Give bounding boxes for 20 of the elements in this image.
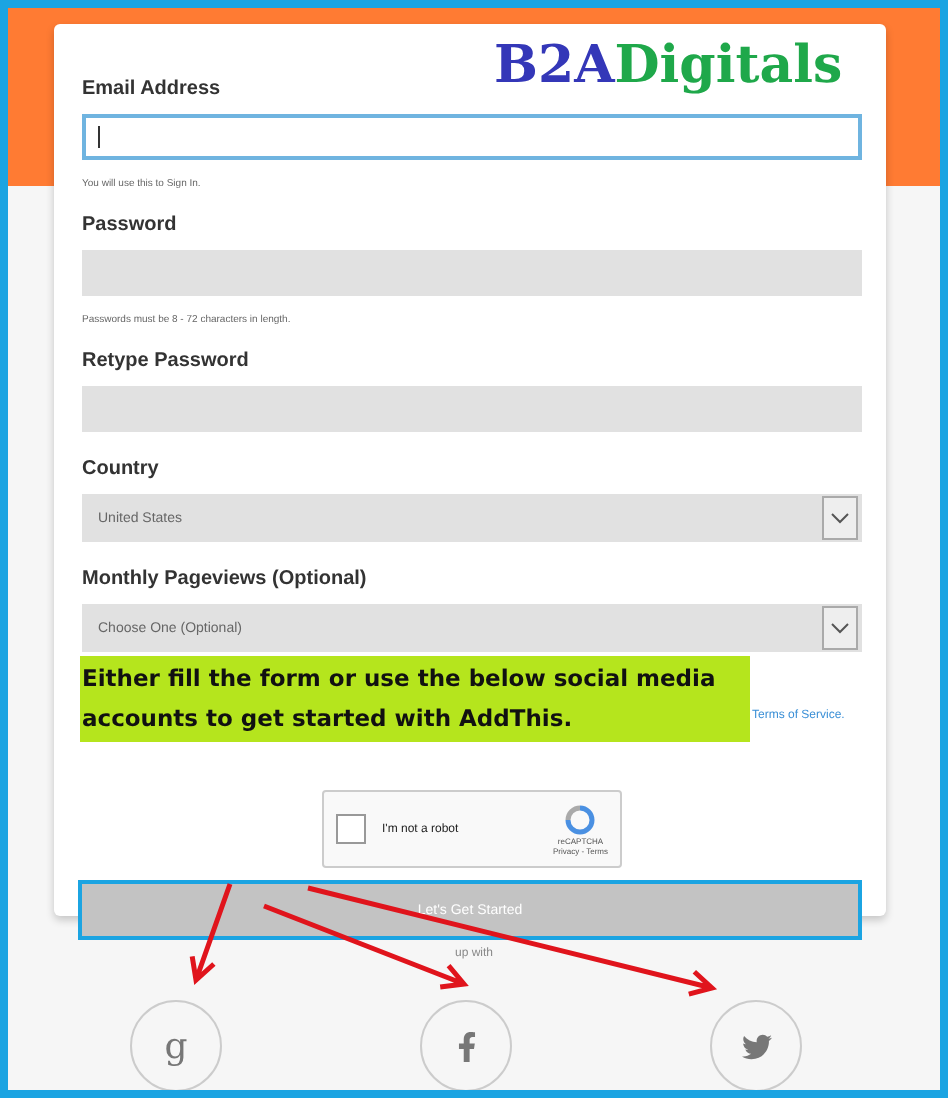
input-field[interactable] (82, 250, 862, 296)
google-button[interactable]: g (130, 1000, 222, 1090)
text-cursor (98, 126, 100, 148)
input-field[interactable] (82, 114, 862, 160)
facebook-button[interactable] (420, 1000, 512, 1090)
bird-icon (741, 1031, 771, 1061)
field-label: Email Address (82, 78, 221, 100)
field-label: Retype Password (82, 350, 249, 372)
chevron-icon (822, 496, 858, 540)
field-label: Country (82, 458, 159, 480)
annotation-note: Either fill the form or use the below social media accounts to get started with AddThis. (80, 656, 750, 742)
recaptcha-icon (564, 803, 597, 835)
captcha-checkbox[interactable] (336, 814, 366, 844)
logo: B2ADigitals (494, 36, 843, 96)
chevron-icon (822, 606, 858, 650)
twitter-button[interactable] (710, 1000, 802, 1090)
arrow (189, 881, 233, 985)
field-label: Password (82, 214, 177, 236)
input-field[interactable] (82, 386, 862, 432)
field-label: Monthly Pageviews (Optional) (82, 568, 367, 590)
